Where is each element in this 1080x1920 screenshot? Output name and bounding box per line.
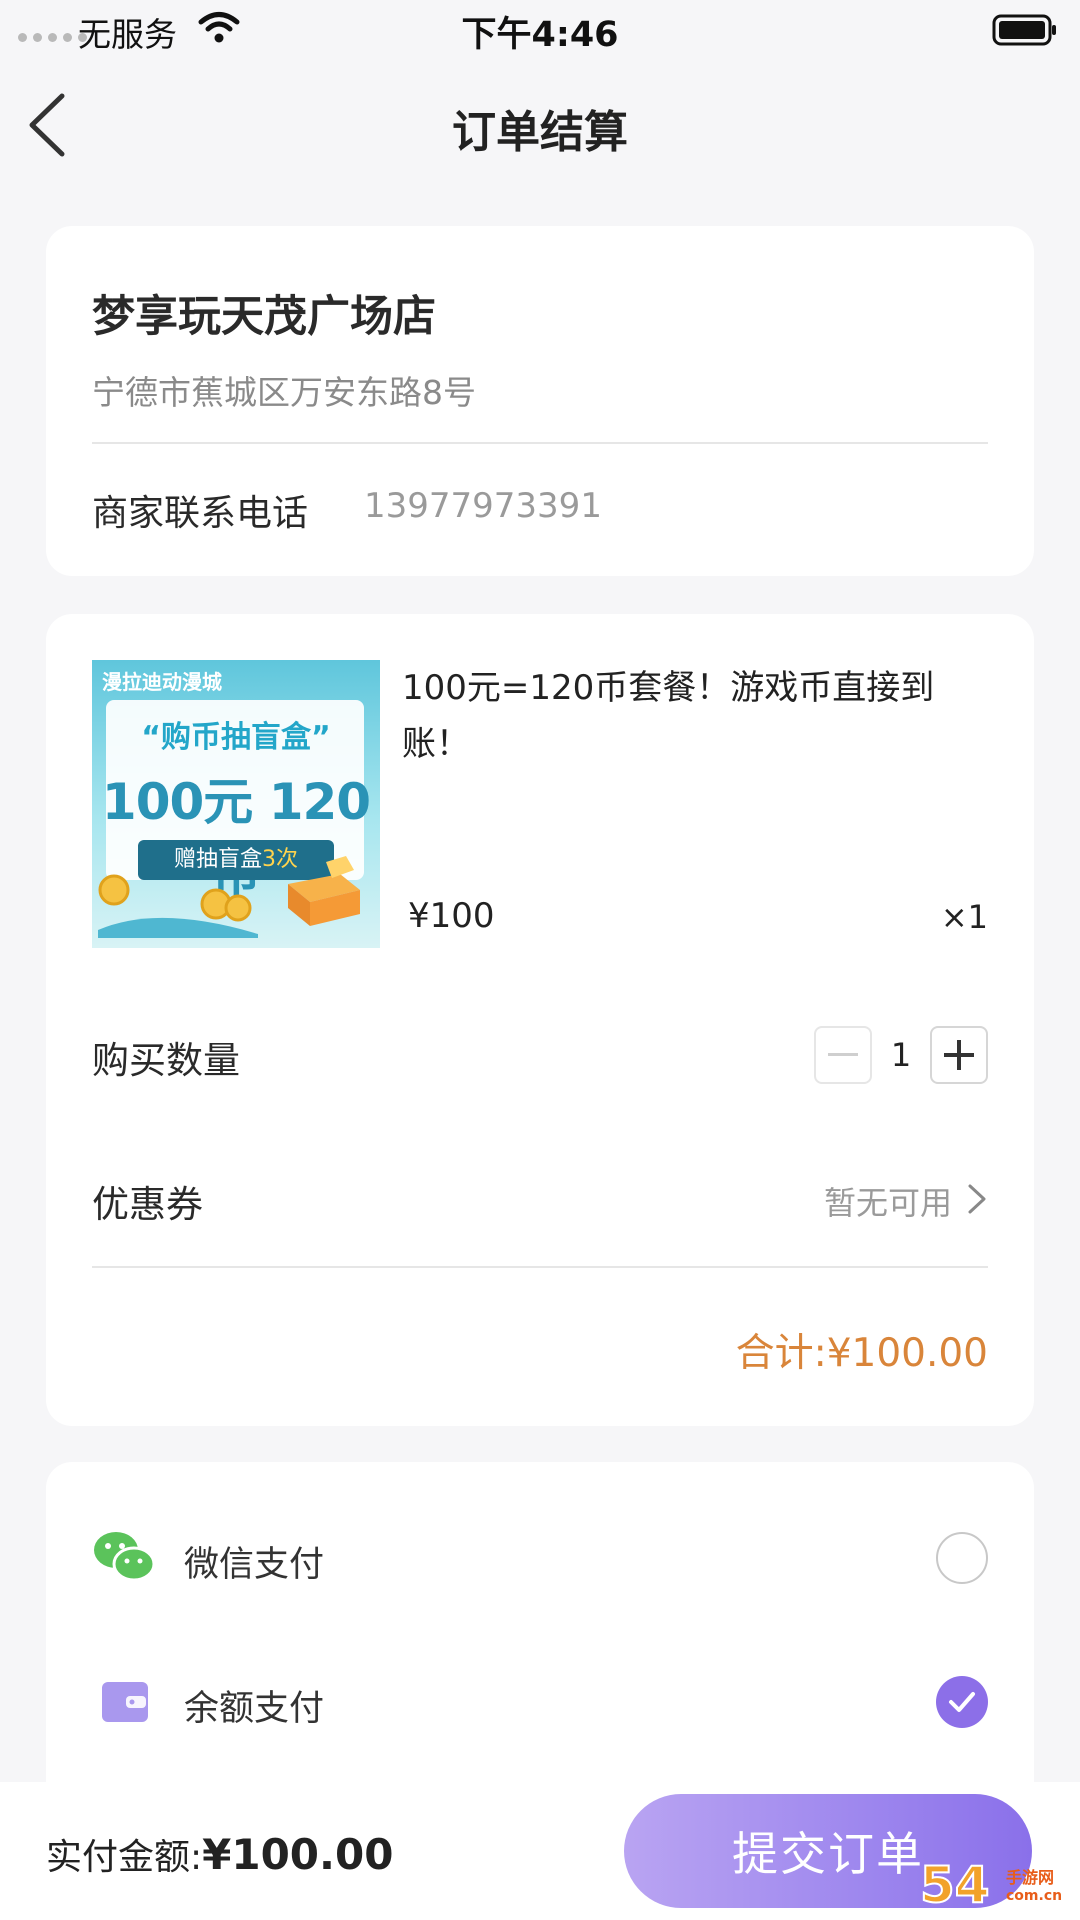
payment-card: 微信支付 余额支付	[46, 1462, 1034, 1782]
payment-label: 余额支付	[184, 1689, 325, 1729]
wechat-icon	[94, 1532, 156, 1582]
payment-label: 微信支付	[184, 1545, 325, 1585]
radio-selected[interactable]	[936, 1676, 988, 1728]
bottom-bar: 实付金额:¥100.00 提交订单	[0, 1782, 1080, 1920]
store-address: 宁德市蕉城区万安东路8号	[92, 373, 476, 412]
payment-option-wechat[interactable]: 微信支付	[92, 1514, 988, 1604]
image-tag-text: 赠抽盲盒	[173, 847, 262, 872]
divider	[92, 442, 988, 444]
product-image: 漫拉迪动漫城 “购币抽盲盒” 100元 120币 赠抽盲盒3次	[92, 660, 380, 948]
coupon-label: 优惠券	[92, 1183, 203, 1226]
coins-icon	[98, 874, 258, 938]
gift-box-icon	[288, 856, 360, 926]
watermark-text: 手游网	[1006, 1868, 1055, 1887]
decrease-button[interactable]	[814, 1026, 872, 1084]
divider	[92, 1266, 988, 1268]
wallet-icon	[102, 1682, 148, 1722]
store-name: 梦享玩天茂广场店	[92, 292, 436, 342]
watermark-logo: 54 手游网 com.cn	[919, 1855, 1072, 1916]
image-headline: “购币抽盲盒”	[141, 720, 331, 755]
plus-icon	[944, 1040, 974, 1070]
amount-due-value: ¥100.00	[202, 1830, 394, 1879]
watermark-number: 54	[919, 1855, 991, 1915]
coupon-value[interactable]: 暂无可用	[824, 1178, 952, 1224]
amount-due-label: 实付金额:	[46, 1837, 203, 1878]
battery-icon	[992, 14, 1056, 46]
check-icon	[949, 1692, 975, 1712]
status-bar: 无服务 下午4:46	[0, 0, 1080, 58]
order-card: 漫拉迪动漫城 “购币抽盲盒” 100元 120币 赠抽盲盒3次 100元=120…	[46, 614, 1034, 1426]
merchant-phone[interactable]: 13977973391	[364, 486, 602, 526]
store-card: 梦享玩天茂广场店 宁德市蕉城区万安东路8号 商家联系电话 13977973391	[46, 226, 1034, 576]
quantity-value: 1	[890, 1036, 912, 1074]
order-total: 合计:¥100.00	[735, 1331, 988, 1376]
product-title: 100元=120币套餐！游戏币直接到账！	[402, 668, 935, 764]
product-quantity: ×1	[940, 898, 988, 936]
increase-button[interactable]	[930, 1026, 988, 1084]
watermark-domain: com.cn	[1006, 1888, 1063, 1904]
nav-bar: 订单结算	[0, 58, 1080, 194]
product-price: ¥100	[408, 896, 495, 936]
quantity-stepper: 1	[814, 1026, 988, 1084]
page-title: 订单结算	[452, 107, 628, 158]
status-time: 下午4:46	[461, 15, 619, 55]
amount-due: 实付金额:¥100.00	[46, 1828, 393, 1880]
chevron-right-icon[interactable]	[966, 1182, 988, 1216]
radio-unselected[interactable]	[936, 1532, 988, 1584]
minus-icon	[828, 1053, 858, 1056]
phone-label: 商家联系电话	[92, 493, 309, 534]
payment-option-balance[interactable]: 余额支付	[92, 1658, 988, 1748]
quantity-label: 购买数量	[92, 1039, 240, 1082]
image-banner-text: 漫拉迪动漫城	[102, 670, 222, 694]
